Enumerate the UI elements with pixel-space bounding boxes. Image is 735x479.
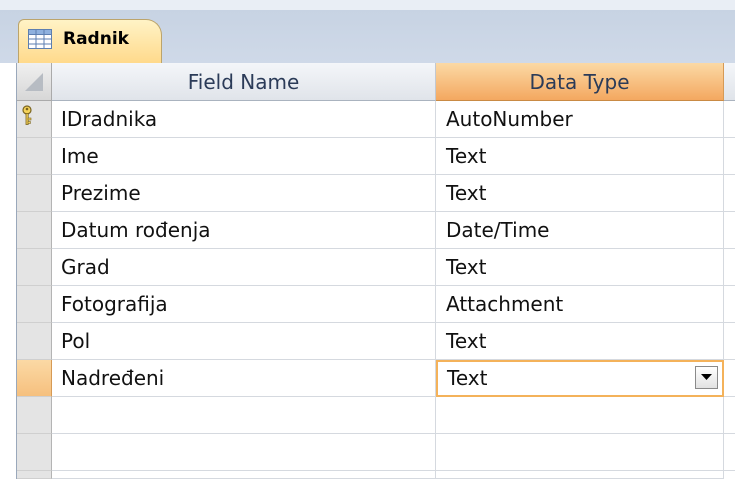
description-cell[interactable] [724,101,735,138]
description-cell[interactable] [724,360,735,397]
row-selector-current[interactable] [17,360,52,397]
table-design-view: Radnik Field Name Data Type IDradnika Au… [0,0,735,479]
column-header-field-name[interactable]: Field Name [52,63,436,101]
field-name-cell[interactable]: Ime [52,138,436,175]
empty-row[interactable] [17,397,735,434]
data-type-cell[interactable]: Text [436,175,724,212]
field-name-cell[interactable]: Nadređeni [52,360,436,397]
data-type-cell-active[interactable]: Text [436,360,724,397]
row-selector[interactable] [17,212,52,249]
empty-row[interactable] [17,471,735,479]
tab-radnik[interactable]: Radnik [18,19,162,64]
description-cell[interactable] [724,175,735,212]
description-cell[interactable] [724,323,735,360]
field-row[interactable]: IDradnika AutoNumber [17,101,735,138]
empty-row[interactable] [17,434,735,471]
field-name-cell[interactable]: Pol [52,323,436,360]
data-type-cell-empty[interactable] [436,471,724,479]
field-name-cell[interactable]: Fotografija [52,286,436,323]
field-name-cell-empty[interactable] [52,397,436,434]
description-cell[interactable] [724,397,735,434]
field-name-cell[interactable]: Prezime [52,175,436,212]
field-row[interactable]: Grad Text [17,249,735,286]
field-grid: Field Name Data Type IDradnika AutoNumbe… [16,63,735,479]
description-cell[interactable] [724,434,735,471]
field-name-cell[interactable]: Datum rođenja [52,212,436,249]
table-icon [28,29,52,49]
field-row[interactable]: Datum rođenja Date/Time [17,212,735,249]
data-type-cell-empty[interactable] [436,434,724,471]
row-selector[interactable] [17,249,52,286]
data-type-cell[interactable]: Attachment [436,286,724,323]
data-type-cell-empty[interactable] [436,397,724,434]
field-name-cell-empty[interactable] [52,434,436,471]
row-selector[interactable] [17,101,52,138]
chevron-down-icon [701,374,712,380]
data-type-cell[interactable]: Text [436,249,724,286]
field-row[interactable]: Pol Text [17,323,735,360]
select-all-icon [25,73,43,91]
row-selector[interactable] [17,323,52,360]
data-type-cell[interactable]: AutoNumber [436,101,724,138]
field-row[interactable]: Ime Text [17,138,735,175]
row-selector[interactable] [17,286,52,323]
row-selector[interactable] [17,138,52,175]
column-header-data-type[interactable]: Data Type [436,63,724,101]
row-selector[interactable] [17,434,52,471]
field-row[interactable]: Prezime Text [17,175,735,212]
data-type-value: Text [447,366,488,390]
data-type-cell[interactable]: Date/Time [436,212,724,249]
field-row-current[interactable]: Nadređeni Text [17,360,735,397]
row-selector[interactable] [17,397,52,434]
row-selector[interactable] [17,175,52,212]
data-type-dropdown-button[interactable] [695,366,718,389]
field-row[interactable]: Fotografija Attachment [17,286,735,323]
select-all-corner[interactable] [17,63,52,101]
description-cell[interactable] [724,138,735,175]
data-type-cell[interactable]: Text [436,138,724,175]
description-cell[interactable] [724,212,735,249]
object-tab-strip: Radnik [0,0,735,64]
field-name-cell-empty[interactable] [52,471,436,479]
tab-label: Radnik [63,29,129,49]
primary-key-icon [22,105,32,125]
column-header-description[interactable] [724,63,735,101]
field-name-cell[interactable]: IDradnika [52,101,436,138]
description-cell[interactable] [724,249,735,286]
data-type-cell[interactable]: Text [436,323,724,360]
grid-header: Field Name Data Type [17,63,735,101]
field-name-cell[interactable]: Grad [52,249,436,286]
description-cell[interactable] [724,286,735,323]
row-selector[interactable] [17,471,52,479]
